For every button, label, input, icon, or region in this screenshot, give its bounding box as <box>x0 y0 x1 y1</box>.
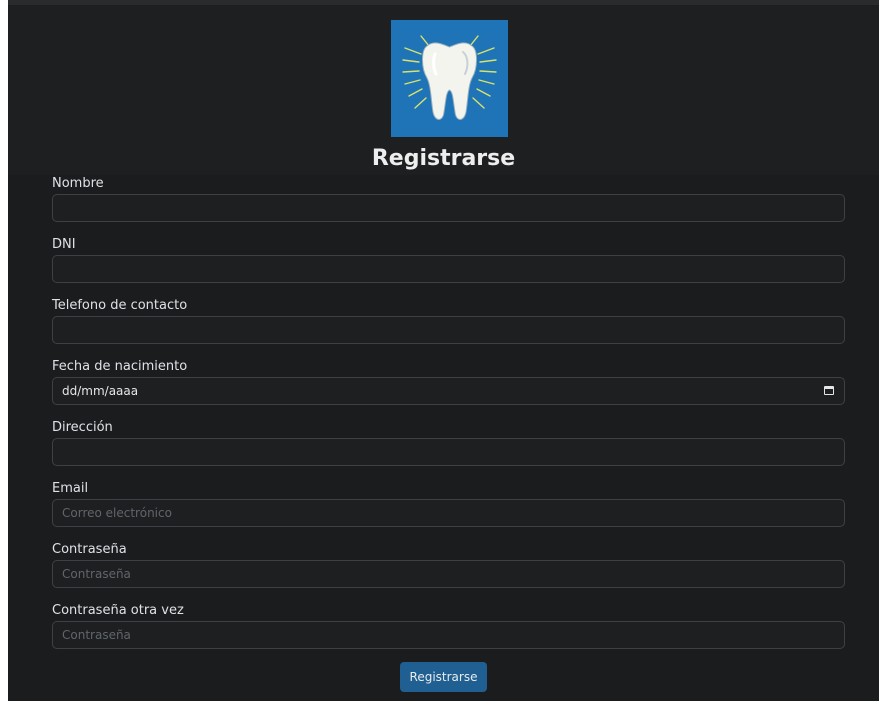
birthdate-input[interactable]: dd/mm/aaaa <box>52 377 845 405</box>
name-label: Nombre <box>52 176 104 191</box>
phone-label: Telefono de contacto <box>52 298 188 313</box>
calendar-icon[interactable] <box>824 386 834 395</box>
tooth-logo <box>391 20 508 137</box>
dni-label: DNI <box>52 237 76 252</box>
page-title: Registrarse <box>371 146 516 171</box>
register-form: Nombre DNI Telefono de contacto Fecha de… <box>52 174 847 662</box>
name-input[interactable] <box>52 194 845 222</box>
name-field-group: Nombre <box>52 174 847 235</box>
email-input[interactable] <box>52 499 845 527</box>
register-button[interactable]: Registrarse <box>399 662 488 692</box>
tooth-icon <box>402 35 497 120</box>
password-label: Contraseña <box>52 542 127 557</box>
email-label: Email <box>52 481 89 496</box>
address-input[interactable] <box>52 438 845 466</box>
submit-row: Registrarse <box>8 662 879 692</box>
password-input[interactable] <box>52 560 845 588</box>
address-label: Dirección <box>52 420 113 435</box>
register-page: Registrarse Nombre DNI Telefono de conta… <box>8 0 879 701</box>
dni-field-group: DNI <box>52 235 847 296</box>
birthdate-field-group: Fecha de nacimiento dd/mm/aaaa <box>52 357 847 418</box>
birthdate-label: Fecha de nacimiento <box>52 359 188 374</box>
password-confirm-label: Contraseña otra vez <box>52 603 184 618</box>
password-confirm-input[interactable] <box>52 621 845 649</box>
dni-input[interactable] <box>52 255 845 283</box>
password-confirm-field-group: Contraseña otra vez <box>52 601 847 662</box>
address-field-group: Dirección <box>52 418 847 479</box>
email-field-group: Email <box>52 479 847 540</box>
password-field-group: Contraseña <box>52 540 847 601</box>
birthdate-value: dd/mm/aaaa <box>62 384 139 398</box>
phone-input[interactable] <box>52 316 845 344</box>
phone-field-group: Telefono de contacto <box>52 296 847 357</box>
